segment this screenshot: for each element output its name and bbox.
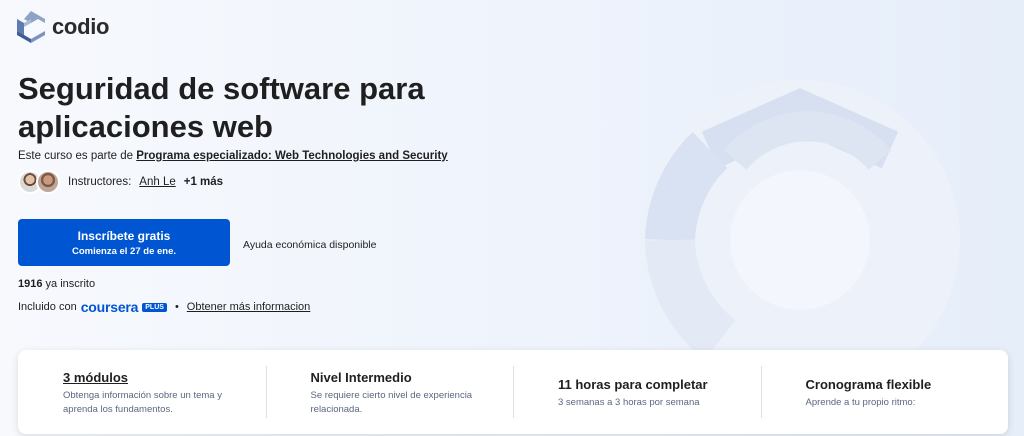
level-title: Nivel Intermedio — [310, 370, 412, 385]
hero-banner: codio Seguridad de software para aplicac… — [0, 0, 1024, 436]
level-desc: Se requiere cierto nivel de experiencia … — [310, 390, 473, 415]
background-logo-art — [640, 80, 960, 370]
instructors-row: Instructores: Anh Le +1 más — [18, 170, 223, 194]
codio-logo[interactable]: codio — [16, 10, 109, 44]
enrolled-count: 1916 ya inscrito — [18, 278, 95, 290]
included-with-row: Incluido con coursera PLUS • Obtener más… — [18, 299, 310, 315]
duration-title: 11 horas para completar — [558, 377, 708, 392]
info-schedule: Cronograma flexible Aprende a tu propio … — [760, 350, 1009, 434]
info-modules: 3 módulos Obtenga información sobre un t… — [18, 350, 266, 434]
separator-dot: • — [174, 301, 179, 313]
course-info-card: 3 módulos Obtenga información sobre un t… — [18, 350, 1008, 434]
codio-logo-icon — [17, 11, 45, 43]
info-duration: 11 horas para completar 3 semanas a 3 ho… — [513, 350, 761, 434]
avatar — [36, 170, 60, 194]
plus-badge: PLUS — [142, 302, 167, 312]
program-prefix: Este curso es parte de — [18, 150, 137, 162]
info-level: Nivel Intermedio Se requiere cierto nive… — [265, 350, 514, 434]
more-instructors[interactable]: +1 más — [184, 176, 223, 188]
instructor-avatars — [18, 170, 60, 194]
course-title: Seguridad de software para aplicaciones … — [18, 71, 425, 144]
enrolled-suffix: ya inscrito — [42, 278, 96, 290]
enroll-button[interactable]: Inscríbete gratis Comienza el 27 de ene. — [18, 219, 230, 266]
schedule-desc: Aprende a tu propio ritmo: — [805, 397, 916, 408]
included-prefix: Incluido con — [18, 301, 77, 313]
learn-more-link[interactable]: Obtener más informacion — [187, 301, 311, 313]
modules-desc: Obtenga información sobre un tema y apre… — [63, 390, 222, 415]
brand-name: codio — [52, 14, 110, 39]
modules-link[interactable]: 3 módulos — [63, 370, 266, 385]
enrolled-number: 1916 — [18, 278, 43, 290]
instructor-link[interactable]: Anh Le — [139, 176, 175, 188]
enroll-label: Inscríbete gratis — [77, 228, 171, 243]
duration-desc: 3 semanas a 3 horas por semana — [558, 397, 700, 408]
financial-aid-text: Ayuda económica disponible — [243, 239, 377, 251]
enroll-start-date: Comienza el 27 de ene. — [71, 245, 176, 257]
coursera-logo: coursera — [80, 299, 139, 315]
program-info: Este curso es parte de Programa especial… — [18, 150, 448, 162]
instructors-label: Instructores: — [68, 176, 132, 188]
program-link[interactable]: Programa especializado: Web Technologies… — [136, 150, 447, 162]
schedule-title: Cronograma flexible — [805, 377, 932, 392]
